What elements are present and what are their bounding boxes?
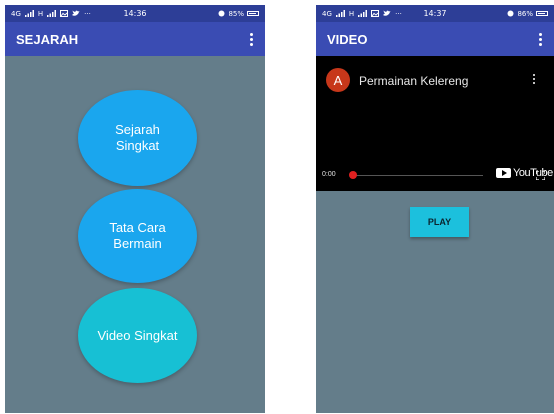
battery-icon xyxy=(247,11,259,16)
status-time: 14:36 xyxy=(123,9,147,18)
battery-icon xyxy=(536,11,548,16)
channel-avatar[interactable]: A xyxy=(326,68,350,92)
video-singkat-button[interactable]: Video Singkat xyxy=(78,288,197,383)
play-button-label: PLAY xyxy=(427,217,452,227)
more-vert-icon[interactable] xyxy=(530,74,538,84)
status-bar: 4G H ··· 14:36 85% xyxy=(5,5,265,22)
page-title: SEJARAH xyxy=(16,31,79,47)
fullscreen-icon[interactable] xyxy=(536,171,545,180)
play-badge-icon xyxy=(496,168,511,178)
app-bar: VIDEO xyxy=(316,22,554,56)
button-label: Tata Cara Bermain xyxy=(109,220,166,251)
video-title[interactable]: Permainan Kelereng xyxy=(359,74,468,88)
status-bar: 4G H ··· 14:37 86% xyxy=(316,5,554,22)
tata-cara-bermain-button[interactable]: Tata Cara Bermain xyxy=(78,189,197,283)
button-label: Sejarah Singkat xyxy=(115,122,160,153)
status-time: 14:37 xyxy=(423,9,447,18)
more-vert-icon[interactable] xyxy=(536,32,544,46)
brand-wordmark: YouTube xyxy=(513,167,553,179)
more-vert-icon[interactable] xyxy=(247,32,255,46)
sejarah-singkat-button[interactable]: Sejarah Singkat xyxy=(78,90,197,186)
page-title: VIDEO xyxy=(327,31,368,47)
progress-scrubber[interactable] xyxy=(349,171,357,179)
button-label: Video Singkat xyxy=(97,327,178,343)
phone-screen-sejarah: 4G H ··· 14:36 85% SEJARAH Sejarah Singk… xyxy=(5,5,265,413)
phone-screen-video: 4G H ··· 14:37 86% VIDEO A Permainan Kel… xyxy=(316,5,554,413)
progress-track[interactable] xyxy=(351,175,483,176)
youtube-player[interactable]: A Permainan Kelereng 0:00 YouTube xyxy=(316,56,554,191)
current-time: 0:00 xyxy=(322,171,336,178)
avatar-letter: A xyxy=(333,72,343,88)
app-bar: SEJARAH xyxy=(5,22,265,56)
play-button[interactable]: PLAY xyxy=(410,207,469,237)
